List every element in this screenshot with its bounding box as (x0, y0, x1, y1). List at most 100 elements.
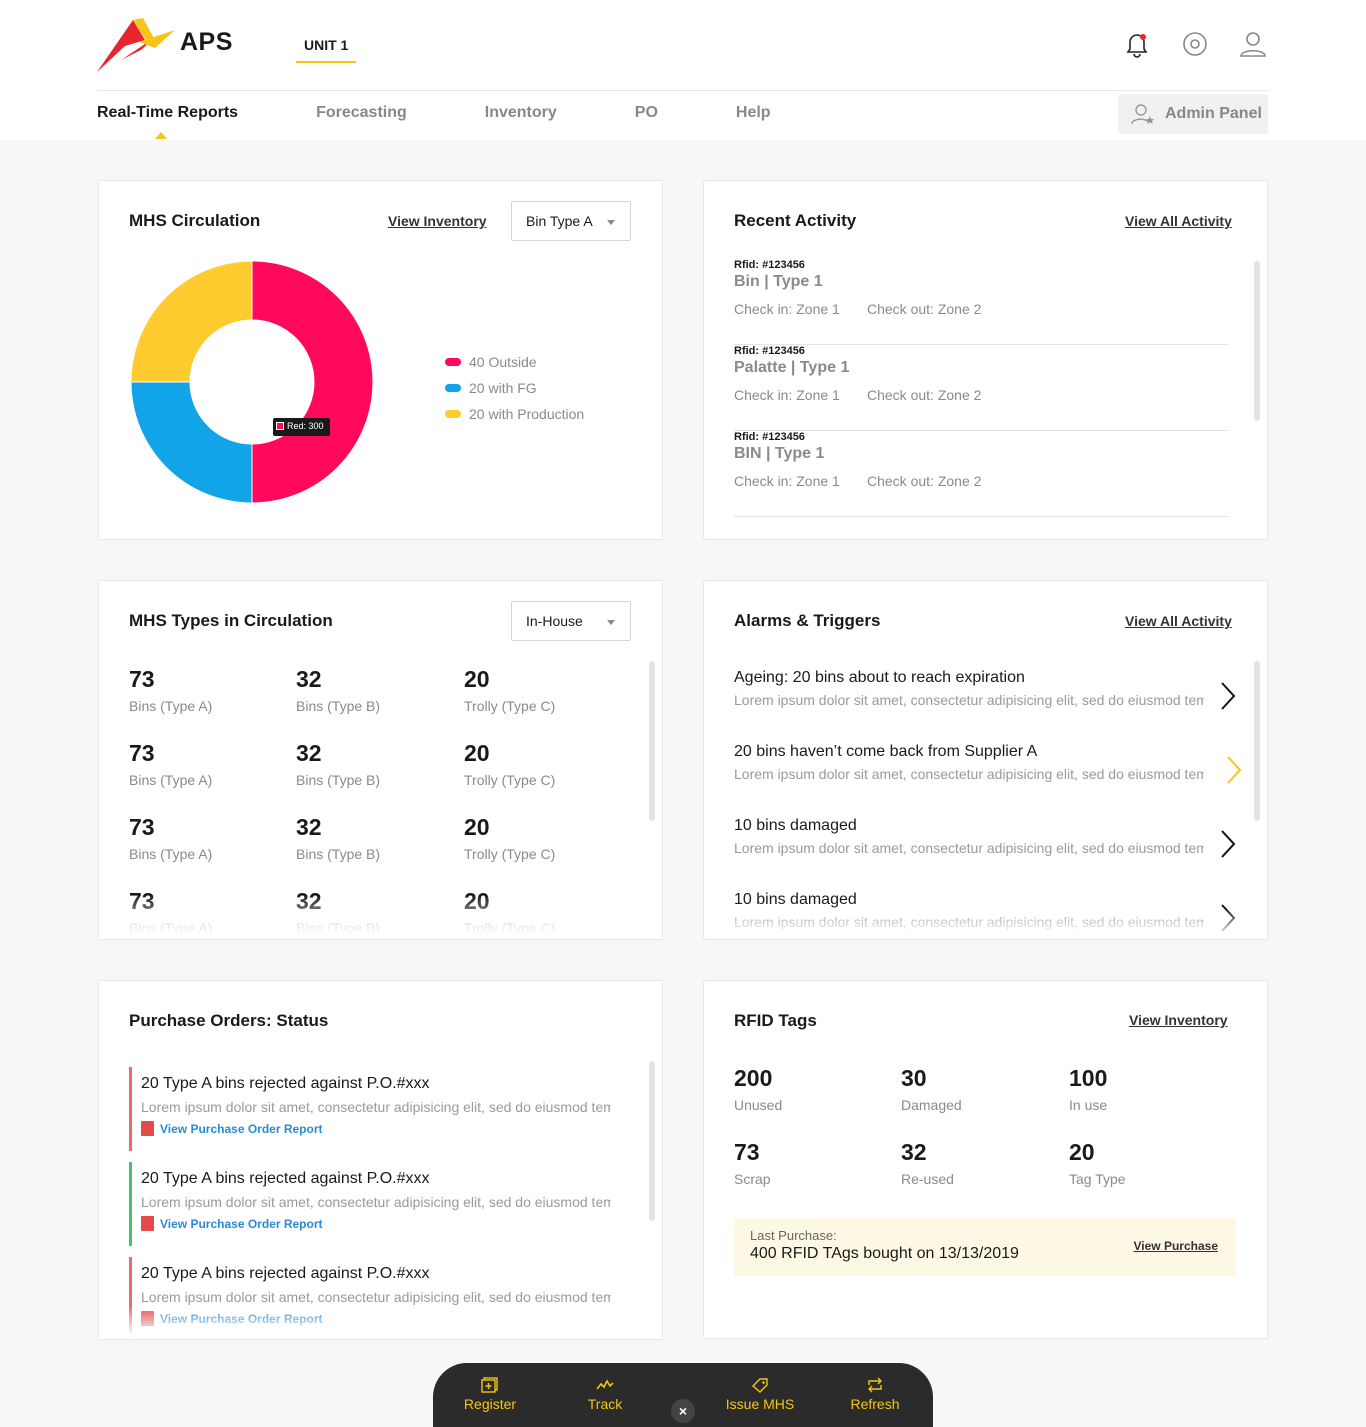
rfid-tags-title: RFID Tags (734, 1011, 817, 1030)
type-stat: 20 Trolly (Type C) (464, 740, 624, 788)
pdf-icon (141, 1121, 154, 1136)
types-scrollbar[interactable] (649, 661, 655, 821)
stat-number: 73 (129, 740, 155, 766)
stat-number: 32 (296, 740, 322, 766)
register-button[interactable]: Register (435, 1377, 545, 1412)
nav-real-time-reports[interactable]: Real-Time Reports (97, 104, 238, 139)
bin-type-select[interactable]: Bin Type A (511, 201, 631, 241)
track-icon (596, 1379, 614, 1390)
nav-help[interactable]: Help (736, 104, 771, 122)
legend-item-production: 20 with Production (445, 401, 584, 427)
view-inventory-link[interactable]: View Inventory (1129, 1012, 1228, 1028)
track-button[interactable]: Track (550, 1377, 660, 1412)
po-item[interactable]: 20 Type A bins rejected against P.O.#xxx… (129, 1257, 619, 1339)
po-status-bar (129, 1162, 132, 1246)
chevron-right-icon[interactable] (1220, 829, 1236, 859)
refresh-button[interactable]: Refresh (820, 1377, 930, 1412)
alarm-item[interactable]: 20 bins haven’t come back from Supplier … (734, 743, 1242, 817)
tooltip-text: Red: 300 (287, 421, 324, 431)
chevron-right-icon[interactable] (1220, 903, 1236, 933)
legend-label: 20 with Production (469, 406, 585, 422)
alarms-scrollbar[interactable] (1254, 661, 1260, 821)
issue-mhs-button[interactable]: Issue MHS (705, 1377, 815, 1412)
po-title: 20 Type A bins rejected against P.O.#xxx (141, 1170, 430, 1187)
po-status-bar (129, 1257, 132, 1339)
activity-rfid: Rfid: #123456 (734, 259, 805, 271)
stat-label: Bins (Type B) (296, 698, 381, 714)
chart-legend: 40 Outside 20 with FG 20 with Production (445, 349, 584, 427)
gear-icon[interactable] (1179, 28, 1211, 60)
unit-selector[interactable]: UNIT 1 (296, 37, 357, 63)
po-link-label: View Purchase Order Report (160, 1121, 323, 1136)
legend-label: 20 with FG (469, 380, 537, 396)
nav-po[interactable]: PO (635, 104, 658, 122)
top-header: APS UNIT 1 Real-Time Reports Forecasting (0, 0, 1366, 140)
stat-label: Unused (734, 1097, 783, 1113)
rfid-tags-card: RFID Tags View Inventory 200 Unused 30 Dam… (703, 980, 1268, 1339)
stat-label: Trolly (Type C) (464, 920, 556, 936)
po-item[interactable]: 20 Type A bins rejected against P.O.#xxx… (129, 1162, 619, 1246)
activity-rfid: Rfid: #123456 (734, 431, 805, 443)
chevron-right-icon[interactable] (1226, 755, 1242, 785)
stat-label: Bins (Type B) (296, 846, 381, 862)
alarm-title: Ageing: 20 bins about to reach expiratio… (734, 669, 1025, 686)
type-stat: 20 Trolly (Type C) (464, 666, 624, 714)
po-desc: Lorem ipsum dolor sit amet, consectetur … (141, 1289, 611, 1305)
po-item[interactable]: 20 Type A bins rejected against P.O.#xxx… (129, 1067, 619, 1151)
nav-inventory[interactable]: Inventory (485, 104, 557, 122)
alarm-item[interactable]: 10 bins damaged Lorem ipsum dolor sit am… (734, 817, 1236, 891)
stat-number: 32 (296, 666, 322, 692)
header-divider (97, 90, 1268, 91)
admin-panel-button[interactable]: Admin Panel (1118, 94, 1268, 134)
view-all-activity-link[interactable]: View All Activity (1125, 213, 1232, 229)
po-status-bar (129, 1067, 132, 1151)
stat-label: Bins (Type B) (296, 772, 381, 788)
view-po-report-link[interactable]: View Purchase Order Report (141, 1311, 619, 1326)
stat-number: 20 (464, 814, 490, 840)
alarms-card: Alarms & Triggers View All Activity Agei… (703, 580, 1268, 940)
close-button[interactable]: × (671, 1399, 695, 1423)
activity-item[interactable]: Rfid: #123456 BIN | Type 1 Check in: Zon… (734, 431, 1228, 517)
bell-icon[interactable] (1121, 28, 1153, 60)
type-stat: 20 Trolly (Type C) (464, 888, 624, 936)
stat-label: Scrap (734, 1171, 771, 1187)
alarm-item[interactable]: Ageing: 20 bins about to reach expiratio… (734, 669, 1236, 743)
stat-label: Trolly (Type C) (464, 698, 556, 714)
chevron-right-icon[interactable] (1220, 681, 1236, 711)
recent-activity-card: Recent Activity View All Activity Rfid: … (703, 180, 1268, 540)
type-stat: 73 Bins (Type A) (129, 666, 289, 714)
view-inventory-link[interactable]: View Inventory (388, 213, 487, 229)
activity-type: BIN | Type 1 (734, 445, 825, 462)
admin-user-icon (1131, 104, 1154, 125)
view-all-alarms-link[interactable]: View All Activity (1125, 613, 1232, 629)
alarm-title: 10 bins damaged (734, 817, 857, 834)
view-purchase-link[interactable]: View Purchase (1134, 1239, 1219, 1253)
purchase-orders-card: Purchase Orders: Status 20 Type A bins r… (98, 980, 663, 1340)
activity-item[interactable]: Rfid: #123456 Palatte | Type 1 Check in:… (734, 345, 1228, 431)
in-house-select[interactable]: In-House (511, 601, 631, 641)
donut-slice-with-fg[interactable] (130, 381, 253, 504)
user-profile-icon[interactable] (1237, 28, 1269, 60)
donut-slice-with-production[interactable] (130, 260, 253, 383)
nav-forecasting[interactable]: Forecasting (316, 104, 407, 122)
view-po-report-link[interactable]: View Purchase Order Report (141, 1216, 619, 1231)
rfid-stat: 200 Unused (734, 1065, 894, 1113)
donut-slice-outside[interactable] (251, 260, 374, 504)
stat-label: Tag Type (1069, 1171, 1126, 1187)
legend-swatch (445, 410, 461, 418)
po-scrollbar[interactable] (649, 1061, 655, 1221)
view-po-report-link[interactable]: View Purchase Order Report (141, 1121, 619, 1136)
stat-label: In use (1069, 1097, 1108, 1113)
activity-item[interactable]: Rfid: #123456 Bin | Type 1 Check in: Zon… (734, 259, 1228, 345)
stat-number: 200 (734, 1065, 773, 1091)
register-icon (481, 1377, 498, 1393)
alarm-desc: Lorem ipsum dolor sit amet, consectetur … (734, 840, 1204, 856)
alarm-item[interactable]: 10 bins damaged Lorem ipsum dolor sit am… (734, 891, 1236, 939)
stat-number: 32 (296, 814, 322, 840)
rfid-stat: 100 In use (1069, 1065, 1229, 1113)
stat-number: 20 (464, 666, 490, 692)
activity-check-out: Check out: Zone 2 (867, 301, 982, 317)
type-stat: 32 Bins (Type B) (296, 814, 456, 862)
stat-number: 73 (129, 814, 155, 840)
activity-scrollbar[interactable] (1254, 261, 1260, 421)
